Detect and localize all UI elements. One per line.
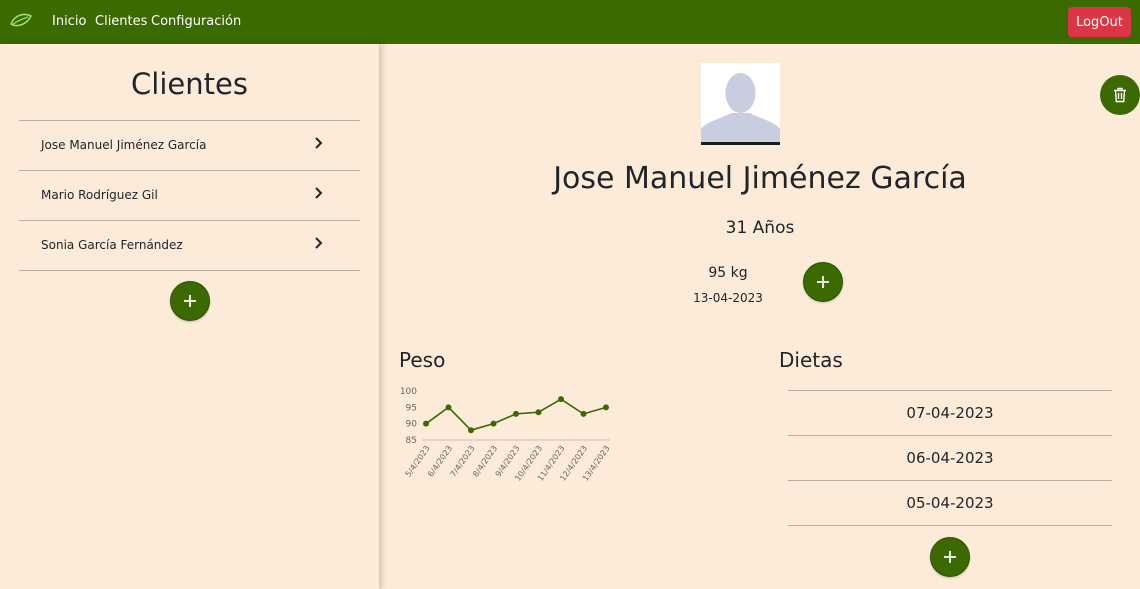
diet-list-item[interactable]: 07-04-2023 — [788, 391, 1112, 436]
chart-data-point — [490, 420, 497, 427]
diet-list-item[interactable]: 05-04-2023 — [788, 481, 1112, 526]
avatar — [701, 63, 780, 145]
diets-section-title: Dietas — [779, 348, 843, 372]
chart-y-tick-label: 85 — [406, 436, 417, 446]
weight-date: 13-04-2023 — [693, 291, 763, 305]
clients-sidebar: Clientes Jose Manuel Jiménez García Mari… — [0, 44, 379, 589]
chart-data-point — [423, 420, 429, 427]
chart-data-point — [603, 404, 609, 411]
plus-icon — [944, 551, 956, 563]
client-name-heading: Jose Manuel Jiménez García — [553, 161, 967, 196]
nav-link-clientes[interactable]: Clientes — [95, 14, 147, 30]
add-diet-button[interactable] — [930, 537, 970, 577]
diet-list: 07-04-2023 06-04-2023 05-04-2023 — [788, 390, 1112, 526]
chevron-right-icon — [315, 137, 323, 149]
delete-client-button[interactable] — [1100, 75, 1140, 115]
chart-y-tick-label: 95 — [406, 403, 417, 413]
chart-data-point — [558, 396, 564, 403]
trash-icon — [1114, 87, 1126, 103]
client-list-item[interactable]: Sonia García Fernández — [19, 221, 360, 271]
chart-y-tick-label: 100 — [400, 387, 417, 397]
chart-data-point — [445, 404, 452, 411]
add-weight-button[interactable] — [803, 262, 843, 302]
weight-line-chart: 8590951005/4/20236/4/20237/4/20238/4/202… — [400, 387, 612, 483]
sidebar-title: Clientes — [131, 67, 248, 101]
client-list-item[interactable]: Mario Rodríguez Gil — [19, 171, 360, 221]
plus-icon — [184, 295, 196, 307]
nav-link-configuracion[interactable]: Configuración — [151, 14, 241, 30]
client-list-item[interactable]: Jose Manuel Jiménez García — [19, 121, 360, 171]
current-weight: 95 kg — [708, 265, 748, 281]
leaf-logo-icon[interactable] — [9, 12, 33, 30]
chart-data-point — [513, 410, 519, 417]
weight-section-title: Peso — [399, 348, 446, 372]
chart-data-point — [468, 427, 474, 434]
chart-data-point — [580, 410, 587, 417]
diet-list-item[interactable]: 06-04-2023 — [788, 436, 1112, 481]
add-client-button[interactable] — [170, 281, 210, 321]
chevron-right-icon — [315, 237, 323, 249]
client-name: Jose Manuel Jiménez García — [41, 138, 207, 152]
user-placeholder-icon — [701, 63, 780, 142]
client-name: Sonia García Fernández — [41, 238, 183, 252]
chart-data-point — [535, 409, 542, 416]
chart-y-tick-label: 90 — [406, 420, 418, 430]
nav-link-inicio[interactable]: Inicio — [52, 14, 86, 30]
client-age: 31 Años — [725, 218, 795, 238]
logout-button[interactable]: LogOut — [1068, 7, 1131, 37]
chevron-right-icon — [315, 187, 323, 199]
client-name: Mario Rodríguez Gil — [41, 188, 158, 202]
plus-icon — [817, 276, 829, 288]
top-navbar: Inicio Clientes Configuración LogOut — [0, 0, 1140, 44]
client-list: Jose Manuel Jiménez García Mario Rodrígu… — [19, 120, 360, 271]
